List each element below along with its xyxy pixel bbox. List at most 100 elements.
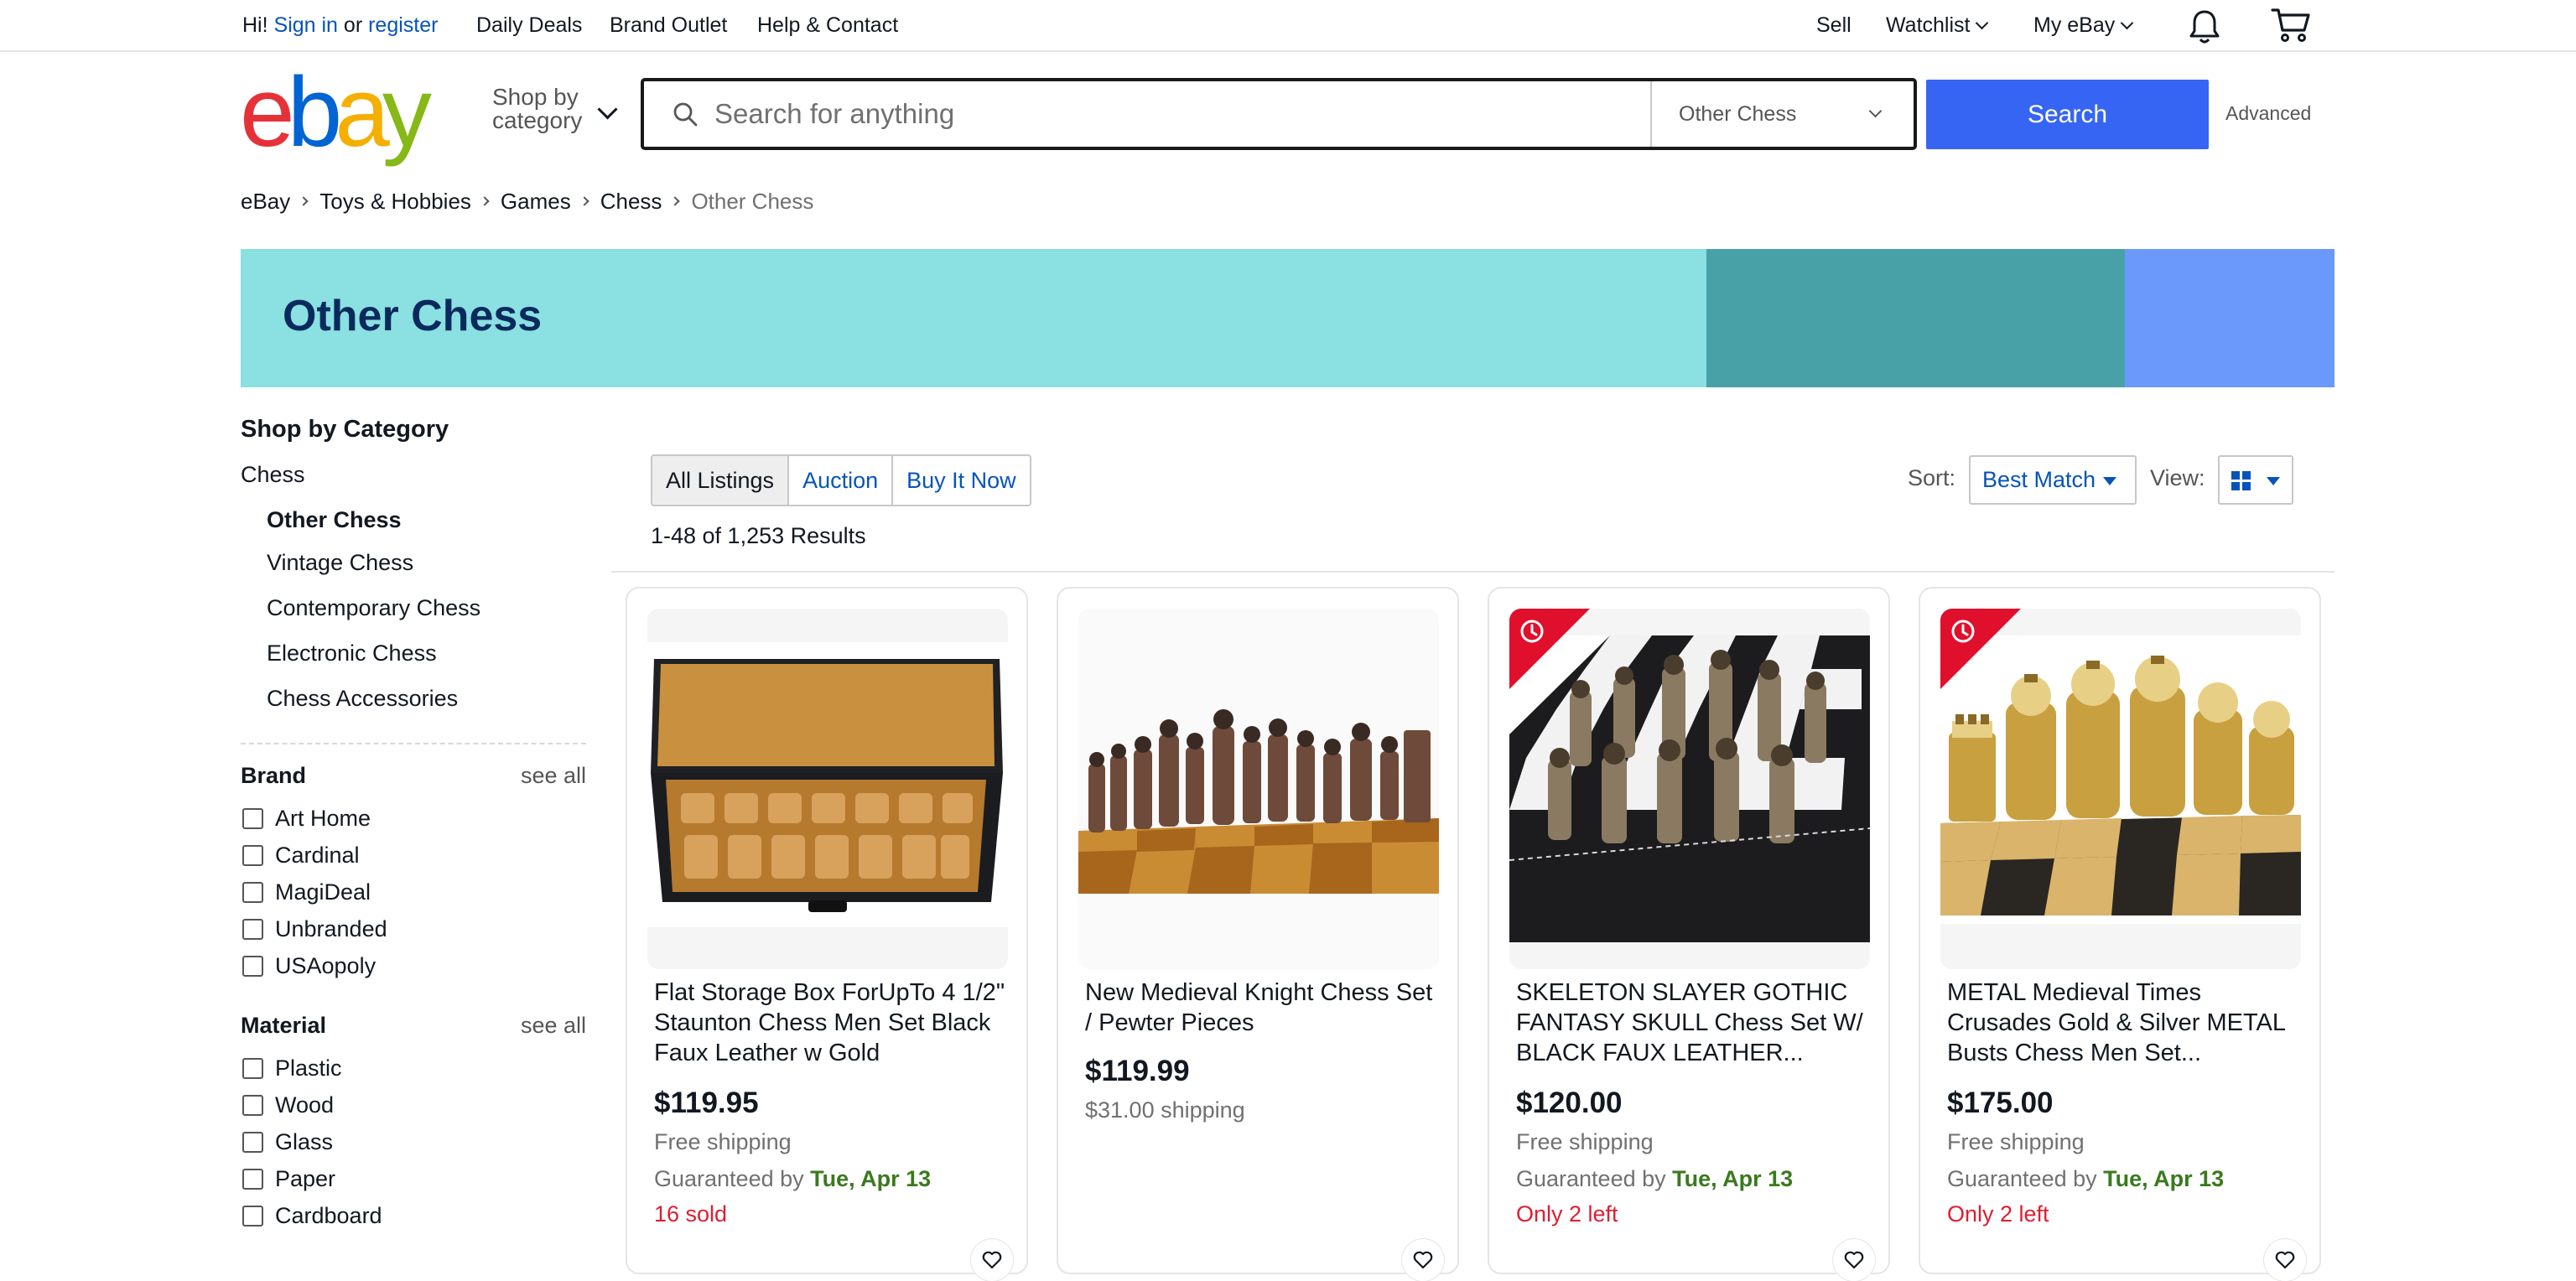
listing-title[interactable]: New Medieval Knight Chess Set / Pewter P… <box>1085 978 1441 1038</box>
view-select[interactable] <box>2218 455 2293 505</box>
shop-by-category-heading: Shop by Category <box>241 416 449 443</box>
chevron-right-icon <box>299 196 309 206</box>
chevron-down-icon <box>2120 16 2134 30</box>
listing-card[interactable]: New Medieval Knight Chess Set / Pewter P… <box>1057 587 1459 1281</box>
listing-stock-note: Only 2 left <box>1947 1201 2049 1227</box>
banner-panel-teal <box>1706 249 2125 387</box>
results-divider <box>611 571 2334 573</box>
material-option-cardboard[interactable]: Cardboard <box>241 1201 382 1230</box>
watch-button[interactable] <box>2264 1239 2306 1281</box>
brand-facet-heading: Brand <box>241 763 307 788</box>
daily-deals-link[interactable]: Daily Deals <box>476 12 582 39</box>
search-input[interactable] <box>714 81 1436 147</box>
breadcrumb-chess[interactable]: Chess <box>600 188 662 215</box>
brand-option-cardinal[interactable]: Cardinal <box>241 841 360 869</box>
listing-image[interactable] <box>647 609 1008 969</box>
listing-image[interactable] <box>1509 609 1870 969</box>
greeting: Hi! Sign in or register <box>242 12 438 39</box>
advanced-search-link[interactable]: Advanced <box>2225 102 2311 125</box>
checkbox[interactable] <box>242 955 263 977</box>
checkbox[interactable] <box>242 807 263 829</box>
listing-card[interactable]: SKELETON SLAYER GOTHIC FANTASY SKULL Che… <box>1488 587 1890 1281</box>
watch-button[interactable] <box>1833 1239 1875 1281</box>
listing-card[interactable]: METAL Medieval Times Crusades Gold & Sil… <box>1919 587 2321 1281</box>
checkbox[interactable] <box>242 1205 263 1227</box>
listing-guarantee: Guaranteed by Tue, Apr 13 <box>1947 1164 2224 1193</box>
listing-shipping: $31.00 shipping <box>1085 1097 1245 1123</box>
shopping-cart-icon[interactable] <box>2271 7 2311 48</box>
material-facet-heading: Material <box>241 1013 327 1038</box>
material-option-plastic[interactable]: Plastic <box>241 1054 342 1082</box>
listing-title[interactable]: SKELETON SLAYER GOTHIC FANTASY SKULL Che… <box>1516 978 1872 1068</box>
listing-title[interactable]: Flat Storage Box ForUpTo 4 1/2" Staunton… <box>654 978 1010 1068</box>
breadcrumb-games[interactable]: Games <box>501 188 571 215</box>
search-category-select[interactable]: Other Chess <box>1650 81 1914 147</box>
results-count: 1-48 of 1,253 Results <box>651 523 866 548</box>
guarantee-label: Guaranteed by <box>1947 1166 2097 1191</box>
chevron-down-icon[interactable] <box>597 99 618 120</box>
greeting-text: Hi! <box>242 13 268 37</box>
listing-card[interactable]: Flat Storage Box ForUpTo 4 1/2" Staunton… <box>626 587 1028 1281</box>
watch-button[interactable] <box>971 1239 1013 1281</box>
tab-all-listings[interactable]: All Listings <box>652 456 788 505</box>
grid-view-icon <box>2231 471 2251 490</box>
sidebar-item-chess-accessories[interactable]: Chess Accessories <box>267 684 458 713</box>
sidebar-divider <box>241 743 586 744</box>
sidebar-item-electronic-chess[interactable]: Electronic Chess <box>267 639 437 667</box>
help-contact-link[interactable]: Help & Contact <box>757 12 898 39</box>
listing-title[interactable]: METAL Medieval Times Crusades Gold & Sil… <box>1947 978 2303 1068</box>
material-option-wood[interactable]: Wood <box>241 1091 334 1119</box>
sidebar-item-vintage-chess[interactable]: Vintage Chess <box>267 548 413 577</box>
brand-option-unbranded[interactable]: Unbranded <box>241 915 387 943</box>
watch-button[interactable] <box>1402 1239 1444 1281</box>
breadcrumb-toys-hobbies[interactable]: Toys & Hobbies <box>319 188 471 215</box>
sign-in-link[interactable]: Sign in <box>274 13 338 37</box>
notification-bell-icon[interactable] <box>2188 8 2221 49</box>
tab-buy-it-now[interactable]: Buy It Now <box>891 456 1030 505</box>
brand-outlet-link[interactable]: Brand Outlet <box>610 12 727 39</box>
brand-see-all-link[interactable]: see all <box>521 761 586 790</box>
checkbox[interactable] <box>242 1094 263 1116</box>
sidebar-item-contemporary-chess[interactable]: Contemporary Chess <box>267 594 480 622</box>
checkbox[interactable] <box>242 1131 263 1153</box>
sell-link[interactable]: Sell <box>1816 12 1852 39</box>
search-button[interactable]: Search <box>1926 80 2209 149</box>
brand-option-magideal[interactable]: MagiDeal <box>241 878 371 906</box>
watchlist-menu[interactable]: Watchlist <box>1886 12 1989 39</box>
listing-guarantee: Guaranteed by Tue, Apr 13 <box>654 1164 931 1193</box>
ebay-logo[interactable]: ebay <box>240 57 432 168</box>
checkbox[interactable] <box>242 1057 263 1079</box>
guarantee-date: Tue, Apr 13 <box>810 1166 932 1191</box>
register-link[interactable]: register <box>368 13 438 37</box>
checkbox[interactable] <box>242 881 263 903</box>
material-option-glass[interactable]: Glass <box>241 1128 333 1156</box>
brand-option-usaopoly[interactable]: USAopoly <box>241 952 376 980</box>
checkbox[interactable] <box>242 844 263 866</box>
checkbox[interactable] <box>242 1168 263 1190</box>
material-option-paper[interactable]: Paper <box>241 1164 335 1193</box>
option-label: Glass <box>275 1128 334 1154</box>
material-see-all-link[interactable]: see all <box>521 1011 586 1040</box>
option-label: Plastic <box>275 1055 342 1081</box>
sort-select[interactable]: Best Match <box>1969 455 2137 505</box>
listing-stock-note: Only 2 left <box>1516 1201 1618 1227</box>
deal-badge <box>1509 609 1590 689</box>
my-ebay-menu[interactable]: My eBay <box>2033 12 2134 39</box>
option-label: Paper <box>275 1165 336 1191</box>
option-label: Unbranded <box>275 915 387 941</box>
checkbox[interactable] <box>242 918 263 940</box>
chevron-down-icon <box>1868 104 1883 118</box>
sidebar-item-chess[interactable]: Chess <box>241 460 305 489</box>
option-label: Cardinal <box>275 842 360 868</box>
tab-auction[interactable]: Auction <box>787 456 892 505</box>
search-category-value: Other Chess <box>1679 102 1797 126</box>
breadcrumb-ebay[interactable]: eBay <box>241 188 290 215</box>
listing-image[interactable] <box>1078 609 1439 969</box>
brand-option-art-home[interactable]: Art Home <box>241 804 371 832</box>
storage-box-image <box>647 609 1008 969</box>
shop-by-category-button[interactable]: Shop by category <box>492 86 582 132</box>
watchlist-label: Watchlist <box>1886 13 1971 37</box>
listing-image[interactable] <box>1940 609 2301 969</box>
guarantee-date: Tue, Apr 13 <box>2103 1166 2225 1191</box>
logo-letter-a: a <box>335 57 390 168</box>
